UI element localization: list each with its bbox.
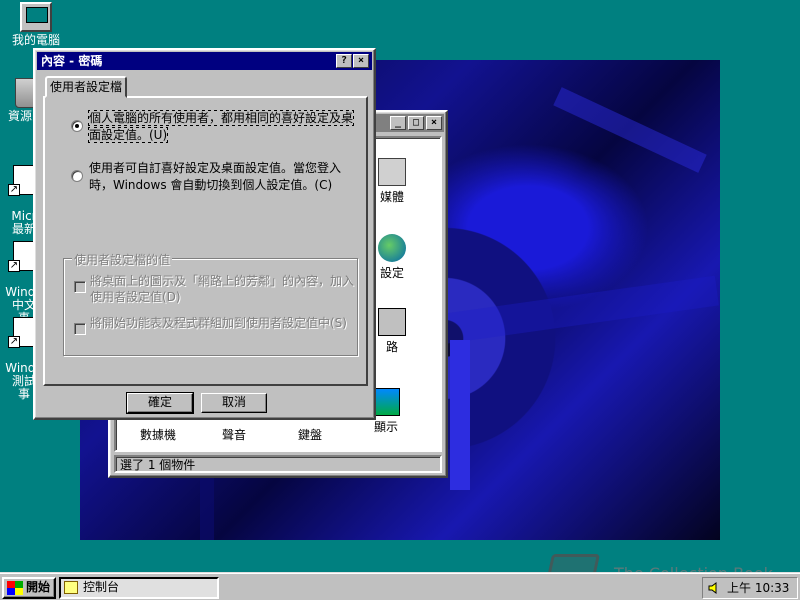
start-button[interactable]: 開始 bbox=[2, 577, 56, 599]
option-custom-settings-label: 使用者可自訂喜好設定及桌面設定值。當您登入時，Windows 會自動切換到個人設… bbox=[89, 161, 342, 192]
my-computer-icon bbox=[20, 2, 52, 32]
system-tray: 上午 10:33 bbox=[702, 577, 798, 599]
password-properties-dialog[interactable]: 內容 - 密碼 ? × 使用者設定檔 個人電腦的所有使用者，都用相同的喜好設定及… bbox=[33, 48, 376, 420]
cp-item-label: 聲音 bbox=[221, 428, 246, 442]
cp-item-keyboard[interactable]: 鍵盤 bbox=[280, 426, 340, 443]
taskbar: 開始 控制台 上午 10:33 bbox=[0, 572, 800, 600]
checkbox[interactable] bbox=[74, 323, 86, 335]
control-panel-icon bbox=[64, 581, 78, 594]
globe-icon bbox=[378, 234, 406, 262]
maximize-button[interactable]: □ bbox=[408, 116, 424, 130]
group-title: 使用者設定檔的值 bbox=[72, 251, 173, 268]
shortcut-icon bbox=[8, 241, 35, 272]
option-same-settings[interactable]: 個人電腦的所有使用者，都用相同的喜好設定及桌面設定值。(U) bbox=[67, 110, 357, 144]
close-button[interactable]: × bbox=[426, 116, 442, 130]
ok-button[interactable]: 確定 bbox=[126, 392, 194, 414]
cp-item-modem[interactable]: 數據機 bbox=[128, 426, 188, 443]
profile-settings-group: 使用者設定檔的值 將桌面上的圖示及「網路上的芳鄰」的內容，加入使用者設定值(D)… bbox=[63, 251, 358, 356]
cp-item-label: 鍵盤 bbox=[297, 428, 322, 442]
desktop-icon-my-computer[interactable]: 我的電腦 bbox=[0, 2, 72, 47]
dialog-titlebar[interactable]: 內容 - 密碼 ? × bbox=[37, 52, 372, 70]
dialog-title: 內容 - 密碼 bbox=[41, 54, 103, 68]
help-button[interactable]: ? bbox=[336, 54, 352, 68]
radio-selected[interactable] bbox=[71, 120, 83, 132]
tab-user-profiles[interactable]: 使用者設定檔 bbox=[45, 76, 127, 98]
clock[interactable]: 上午 10:33 bbox=[727, 581, 789, 595]
taskbar-item-control-panel[interactable]: 控制台 bbox=[59, 577, 219, 599]
network-icon bbox=[378, 308, 406, 336]
cp-item-label: 顯示 bbox=[373, 420, 398, 434]
option-custom-settings[interactable]: 使用者可自訂喜好設定及桌面設定值。當您登入時，Windows 會自動切換到個人設… bbox=[67, 160, 357, 194]
cp-item-sounds[interactable]: 聲音 bbox=[204, 426, 264, 443]
check-desktop-icons[interactable]: 將桌面上的圖示及「網路上的芳鄰」的內容，加入使用者設定值(D) bbox=[74, 273, 354, 305]
speaker-icon[interactable] bbox=[708, 582, 720, 594]
cancel-button[interactable]: 取消 bbox=[201, 393, 267, 413]
radio-unselected[interactable] bbox=[71, 170, 83, 182]
status-bar: 選了 1 個物件 bbox=[114, 455, 442, 473]
shortcut-icon bbox=[8, 317, 35, 348]
cp-item-label: 數據機 bbox=[139, 428, 176, 442]
start-label: 開始 bbox=[26, 580, 51, 594]
tab-panel: 個人電腦的所有使用者，都用相同的喜好設定及桌面設定值。(U) 使用者可自訂喜好設… bbox=[43, 96, 368, 386]
check-desktop-icons-label: 將桌面上的圖示及「網路上的芳鄰」的內容，加入使用者設定值(D) bbox=[90, 274, 355, 304]
check-start-menu[interactable]: 將開始功能表及程式群組加到使用者設定值中(S) bbox=[74, 315, 354, 335]
checkbox[interactable] bbox=[74, 281, 86, 293]
taskbar-item-label: 控制台 bbox=[83, 580, 120, 594]
desktop-icon-label: 我的電腦 bbox=[11, 33, 60, 47]
windows-logo-icon bbox=[7, 581, 23, 595]
option-same-settings-label: 個人電腦的所有使用者，都用相同的喜好設定及桌面設定值。(U) bbox=[87, 110, 355, 143]
check-start-menu-label: 將開始功能表及程式群組加到使用者設定值中(S) bbox=[90, 316, 347, 330]
close-button[interactable]: × bbox=[353, 54, 369, 68]
multimedia-icon bbox=[378, 158, 406, 186]
minimize-button[interactable]: _ bbox=[390, 116, 406, 130]
display-icon bbox=[372, 388, 400, 416]
shortcut-icon bbox=[8, 165, 35, 196]
